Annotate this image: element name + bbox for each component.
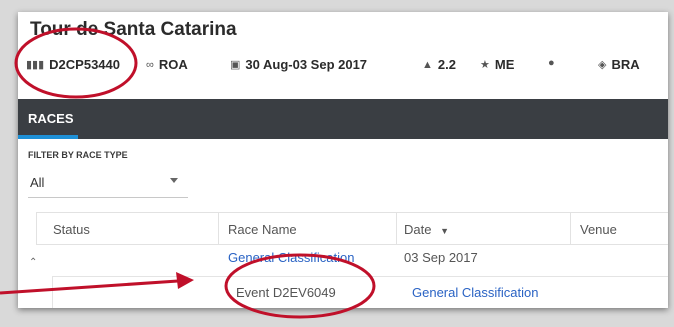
meta-country-value: BRA <box>611 57 640 72</box>
calendar-icon: ▣ <box>230 59 241 71</box>
bicycle-icon: ∞ <box>146 58 154 71</box>
race-type-select-value: All <box>30 175 45 190</box>
barcode-icon: ▮▮▮ <box>26 59 45 71</box>
tab-races-label: RACES <box>28 111 74 126</box>
meta-discipline-value: ROA <box>158 57 188 72</box>
event-subrow <box>52 276 668 308</box>
dropdown-arrow-icon <box>170 178 178 183</box>
meta-country: ◈ BRA <box>598 57 640 72</box>
table-header-bottom-border <box>36 244 668 245</box>
meta-discipline: ∞ ROA <box>146 57 188 72</box>
meta-category: ★ ME <box>480 57 514 72</box>
column-header-race-name[interactable]: Race Name <box>228 222 297 237</box>
star-icon: ★ <box>480 59 490 71</box>
meta-class-value: 2.2 <box>437 57 456 72</box>
meta-code: ▮▮▮ D2CP53440 <box>26 57 120 72</box>
section-nav: RACES <box>18 99 668 139</box>
column-separator <box>218 212 219 244</box>
column-header-date-label: Date <box>404 222 432 237</box>
column-header-venue[interactable]: Venue <box>580 222 617 237</box>
race-name-link[interactable]: General Classification <box>228 250 354 265</box>
page-title: Tour de Santa Catarina <box>30 19 237 40</box>
class-icon: ▲ <box>422 58 433 71</box>
sort-down-icon: ▼ <box>440 226 450 236</box>
column-header-date[interactable]: Date ▼ <box>404 222 449 237</box>
tab-races[interactable]: RACES <box>18 99 78 139</box>
race-type-select[interactable]: All <box>28 169 188 198</box>
column-header-status[interactable]: Status <box>53 222 90 237</box>
column-separator <box>570 212 571 244</box>
column-separator <box>36 212 37 244</box>
event-classification-link[interactable]: General Classification <box>412 285 538 300</box>
filter-label: FILTER BY RACE TYPE <box>28 150 128 160</box>
event-card: Tour de Santa Catarina ▮▮▮ D2CP53440 ∞ R… <box>18 12 668 308</box>
meta-category-value: ME <box>494 57 515 72</box>
race-date: 03 Sep 2017 <box>404 250 478 265</box>
meta-code-value: D2CP53440 <box>49 57 120 72</box>
map-pin-icon: ● <box>548 57 555 69</box>
event-code: Event D2EV6049 <box>236 285 336 300</box>
meta-location: ● <box>548 57 560 69</box>
chevron-up-icon[interactable]: ⌃ <box>29 257 37 268</box>
meta-class: ▲ 2.2 <box>422 57 456 72</box>
meta-dates-value: 30 Aug-03 Sep 2017 <box>245 57 368 72</box>
globe-icon: ◈ <box>598 59 607 71</box>
column-separator <box>396 212 397 244</box>
table-header-top-border <box>36 212 668 213</box>
meta-dates: ▣ 30 Aug-03 Sep 2017 <box>230 57 367 72</box>
